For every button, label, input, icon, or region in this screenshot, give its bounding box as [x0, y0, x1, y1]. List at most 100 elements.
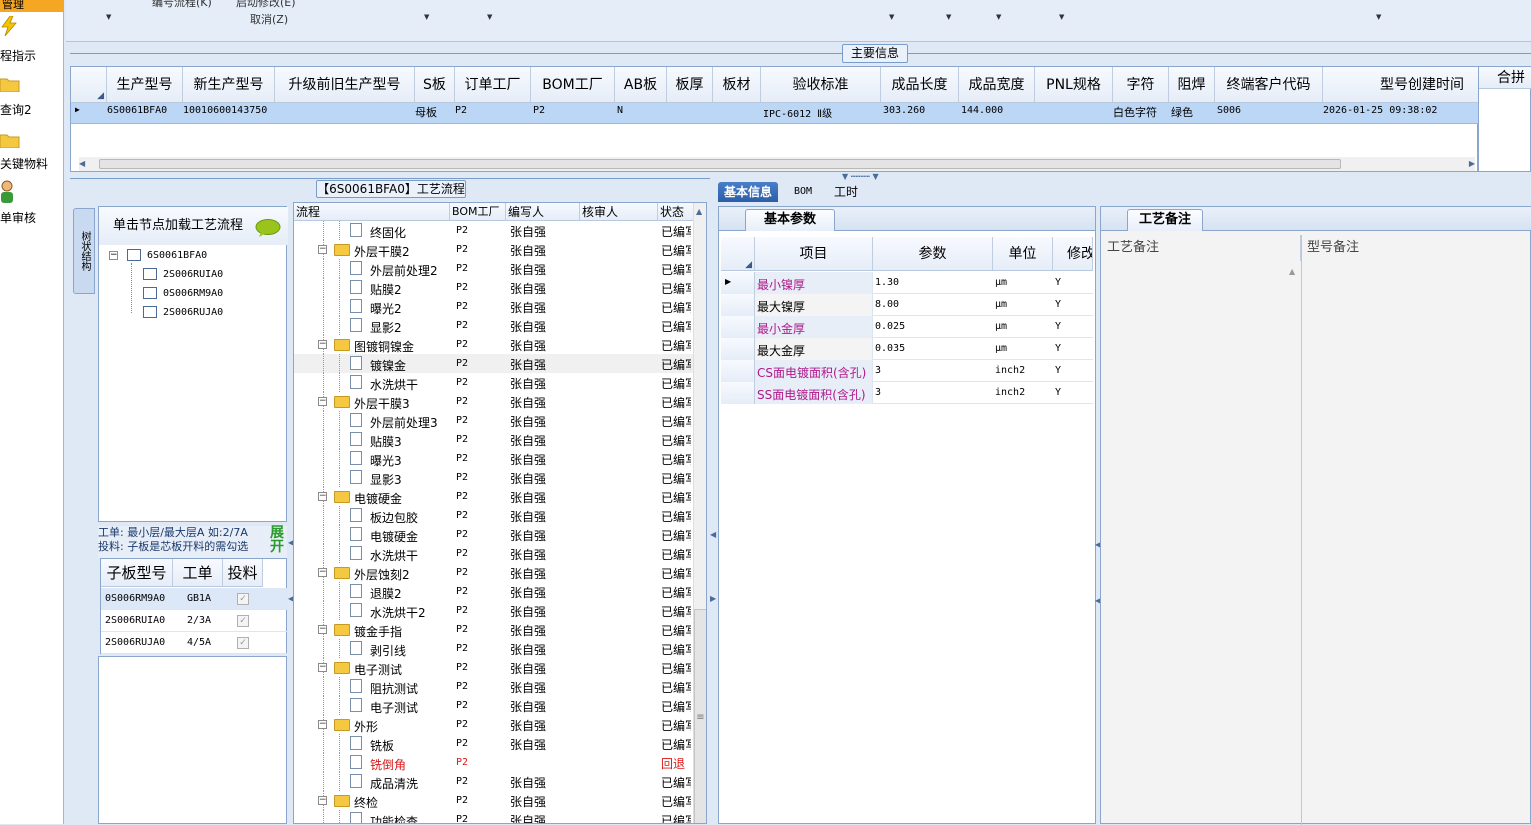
tree-collapse-icon[interactable]: − — [318, 625, 327, 634]
param-modify[interactable]: Y — [1055, 299, 1061, 310]
flow-step-writer[interactable]: 张自强 — [510, 337, 546, 354]
nav-item-query[interactable]: 查询2 — [0, 101, 64, 118]
flow-step-factory[interactable]: P2 — [456, 320, 468, 331]
param-item[interactable]: 最小镍厚 — [757, 276, 805, 293]
param-unit[interactable]: μm — [995, 277, 1007, 288]
flow-step-status[interactable]: 已编写 — [661, 413, 691, 430]
flow-step-writer[interactable]: 张自强 — [510, 299, 546, 316]
flow-step-status[interactable]: 已编写 — [661, 375, 691, 392]
col-process-note[interactable]: 工艺备注 — [1103, 235, 1301, 261]
flow-step-factory[interactable]: P2 — [456, 738, 468, 749]
flow-step-name[interactable]: 镀镍金 — [370, 357, 406, 374]
flow-step-name[interactable]: 外层前处理3 — [370, 414, 438, 431]
flow-step-status[interactable]: 已编写 — [661, 451, 691, 468]
flow-step-name[interactable]: 图镀铜镍金 — [354, 338, 414, 355]
flow-step-factory[interactable]: P2 — [456, 795, 468, 806]
cell-model[interactable]: 6S0061BFA0 — [107, 105, 167, 116]
scroll-up-icon[interactable]: ▲ — [1289, 267, 1295, 276]
flow-step-status[interactable]: 已编写 — [661, 584, 691, 601]
col-merge[interactable]: 合拼 — [1479, 67, 1531, 89]
col-sub-model[interactable]: 子板型号 — [101, 559, 173, 587]
col-material[interactable]: 板材 — [713, 67, 761, 103]
flow-step-status[interactable]: 已编写 — [661, 774, 691, 791]
param-value[interactable]: 0.025 — [875, 321, 905, 332]
user-icon[interactable] — [0, 180, 16, 204]
table-row[interactable]: 水洗烘干 P2 张自强 已编写 — [294, 373, 694, 392]
flow-step-factory[interactable]: P2 — [456, 263, 468, 274]
table-row[interactable]: 2S006RUIA0 2/3A ✓ — [101, 610, 288, 632]
flow-step-factory[interactable]: P2 — [456, 225, 468, 236]
checkbox-icon[interactable]: ✓ — [237, 637, 249, 649]
flow-step-writer[interactable]: 张自强 — [510, 698, 546, 715]
table-row[interactable]: 显影3 P2 张自强 已编写 — [294, 468, 694, 487]
param-value[interactable]: 3 — [875, 387, 881, 398]
param-value[interactable]: 8.00 — [875, 299, 899, 310]
table-row[interactable]: 0S006RM9A0 GB1A ✓ — [101, 588, 288, 610]
flow-step-name[interactable]: 显影3 — [370, 471, 402, 488]
cell-sboard[interactable]: 母板 — [415, 104, 437, 120]
flow-step-name[interactable]: 电镀硬金 — [370, 528, 418, 545]
flow-step-name[interactable]: 剥引线 — [370, 642, 406, 659]
cell-solder[interactable]: 绿色 — [1171, 104, 1193, 120]
flow-step-status[interactable]: 已编写 — [661, 242, 691, 259]
cell-created[interactable]: 2026-01-25 09:38:02 — [1323, 105, 1437, 116]
flow-step-writer[interactable]: 张自强 — [510, 318, 546, 335]
flow-step-name[interactable]: 电子测试 — [370, 699, 418, 716]
table-row[interactable]: 铣倒角 P2 回退 — [294, 753, 694, 772]
toolbar-cancel[interactable]: 取消(Z) — [250, 11, 288, 27]
table-row[interactable]: 水洗烘干 P2 张自强 已编写 — [294, 544, 694, 563]
chevron-down-icon[interactable]: ▼ — [106, 13, 111, 21]
flow-step-writer[interactable]: 张自强 — [510, 660, 546, 677]
flow-step-writer[interactable]: 张自强 — [510, 242, 546, 259]
col-bom-factory[interactable]: BOM工厂 — [531, 67, 615, 103]
table-row[interactable]: 电镀硬金 P2 张自强 已编写 — [294, 525, 694, 544]
tab-bom[interactable]: BOM — [788, 182, 818, 202]
table-row[interactable]: − 图镀铜镍金 P2 张自强 已编写 — [294, 335, 694, 354]
chevron-down-icon[interactable]: ▼ — [487, 13, 492, 21]
col-created[interactable]: 型号创建时间 — [1323, 67, 1479, 103]
flow-step-status[interactable]: 已编写 — [661, 261, 691, 278]
table-row[interactable]: 贴膜3 P2 张自强 已编写 — [294, 430, 694, 449]
col-value[interactable]: 参数 — [873, 237, 993, 271]
sub-cell-model[interactable]: 2S006RUIA0 — [105, 615, 165, 626]
col-sboard[interactable]: S板 — [415, 67, 455, 103]
folder-icon[interactable] — [0, 76, 20, 92]
flow-step-factory[interactable]: P2 — [456, 358, 468, 369]
param-item[interactable]: CS面电镀面积(含孔) — [757, 364, 866, 381]
param-modify[interactable]: Y — [1055, 387, 1061, 398]
flow-step-writer[interactable]: 张自强 — [510, 470, 546, 487]
col-item[interactable]: 项目 — [755, 237, 873, 271]
horizontal-scrollbar[interactable]: ◀ ▶ — [79, 157, 1475, 171]
flow-step-factory[interactable]: P2 — [456, 776, 468, 787]
flow-step-status[interactable]: 已编写 — [661, 223, 691, 240]
flow-step-writer[interactable]: 张自强 — [510, 774, 546, 791]
flow-step-writer[interactable]: 张自强 — [510, 394, 546, 411]
col-pnl[interactable]: PNL规格 — [1035, 67, 1113, 103]
flow-step-writer[interactable]: 张自强 — [510, 717, 546, 734]
table-row[interactable]: 外层前处理3 P2 张自强 已编写 — [294, 411, 694, 430]
param-item[interactable]: SS面电镀面积(含孔) — [757, 386, 866, 403]
col-flow-status[interactable]: 状态 — [658, 203, 694, 221]
flow-step-status[interactable]: 已编写 — [661, 470, 691, 487]
flow-step-status[interactable]: 回退 — [661, 755, 691, 772]
table-row[interactable]: − 外层干膜3 P2 张自强 已编写 — [294, 392, 694, 411]
table-row[interactable]: 镀镍金 P2 张自强 已编写 — [294, 354, 694, 373]
table-row[interactable]: 曝光3 P2 张自强 已编写 — [294, 449, 694, 468]
flow-step-writer[interactable]: 张自强 — [510, 812, 546, 823]
flow-step-status[interactable]: 已编写 — [661, 736, 691, 753]
flow-step-status[interactable]: 已编写 — [661, 698, 691, 715]
tree-collapse-icon[interactable]: − — [318, 796, 327, 805]
flow-step-factory[interactable]: P2 — [456, 681, 468, 692]
table-row[interactable]: 最小金厚 0.025 μm Y — [721, 316, 1093, 338]
flow-step-status[interactable]: 已编写 — [661, 603, 691, 620]
flow-step-factory[interactable]: P2 — [456, 301, 468, 312]
col-flow[interactable]: 流程 — [294, 203, 450, 221]
tree-node[interactable]: 2S006RUJA0 — [163, 307, 223, 318]
flow-step-status[interactable]: 已编写 — [661, 318, 691, 335]
col-order-factory[interactable]: 订单工厂 — [455, 67, 531, 103]
col-ab[interactable]: AB板 — [615, 67, 667, 103]
sub-cell-model[interactable]: 2S006RUJA0 — [105, 637, 165, 648]
chat-bubble-icon[interactable] — [255, 219, 281, 237]
tree-node-root[interactable]: 6S0061BFA0 — [147, 250, 207, 261]
flow-step-factory[interactable]: P2 — [456, 586, 468, 597]
